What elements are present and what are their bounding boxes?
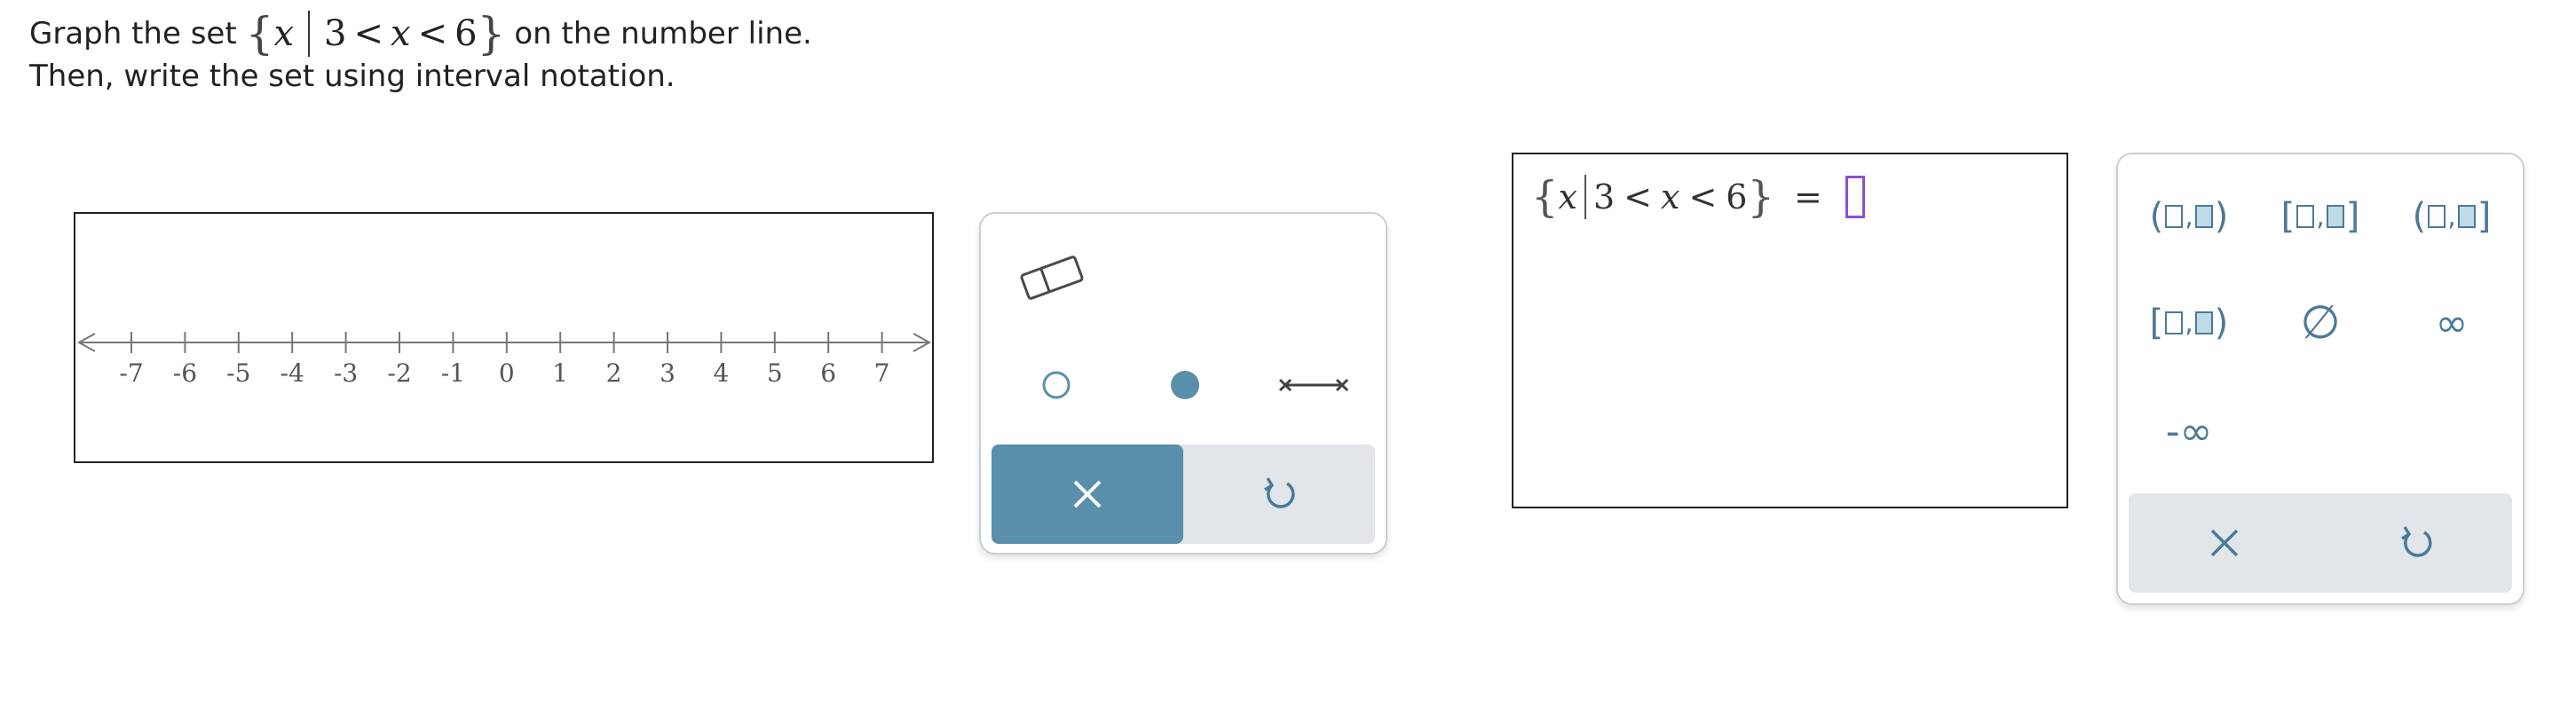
graph-tool-actions [992,444,1375,544]
segment-tool[interactable] [1269,363,1358,407]
keypad-undo-button[interactable] [2320,493,2512,593]
tick-label: -4 [281,358,304,388]
tick-label: 5 [767,358,783,388]
tick-label: 7 [874,358,890,388]
tick-label: -2 [387,358,411,388]
empty-set-key[interactable]: ∅ [2258,287,2382,358]
graph-tool-panel [979,212,1387,555]
close-icon [1073,480,1102,508]
undo-icon [1264,477,1295,508]
eraser-icon [1020,256,1084,300]
open-point-tool[interactable] [1034,363,1079,407]
tick-label: 0 [499,358,515,388]
question-suffix: on the number line. [514,16,812,51]
eraser-tool[interactable] [1016,246,1087,308]
tick-label: -1 [441,358,465,388]
graph-undo-button[interactable] [1183,444,1375,544]
infinity-icon: ∞ [2435,300,2469,346]
graph-clear-button[interactable] [992,444,1183,544]
question-prefix: Graph the set [29,16,237,51]
closed-open-interval-key[interactable]: [,) [2127,287,2251,358]
filled-circle-icon [1171,371,1199,399]
question-line-2: Then, write the set using interval notat… [29,59,676,94]
open-closed-interval-key[interactable]: (,] [2390,181,2514,252]
keypad-clear-button[interactable] [2129,493,2320,593]
negative-infinity-icon: -∞ [2165,408,2213,454]
answer-expression: {x 3 < x < 6} = [1531,170,1865,224]
answer-slot-input[interactable] [1845,176,1865,218]
interval-keypad: (,) [,] (,] [,) ∅ ∞ -∞ [2116,153,2525,605]
open-open-interval-key[interactable]: (,) [2127,181,2251,252]
infinity-key[interactable]: ∞ [2390,287,2514,358]
tick-label: -3 [334,358,358,388]
keypad-actions [2129,493,2512,593]
segment-icon [1278,378,1349,392]
tick-label: 3 [660,358,676,388]
close-icon [2210,529,2239,557]
tick-label: -7 [119,358,143,388]
number-line-canvas[interactable]: -7 -6 -5 -4 -3 -2 -1 0 1 2 3 4 5 6 7 [75,214,936,465]
number-line-graph[interactable]: -7 -6 -5 -4 -3 -2 -1 0 1 2 3 4 5 6 7 [74,212,934,463]
tick-label: 2 [606,358,622,388]
closed-closed-interval-key[interactable]: [,] [2258,181,2382,252]
undo-icon [2401,526,2432,557]
tick-label: -5 [226,358,250,388]
tick-label: -6 [173,358,197,388]
tick-label: 1 [552,358,568,388]
tick-label: 6 [820,358,836,388]
negative-infinity-key[interactable]: -∞ [2127,396,2251,467]
tick-label: 4 [713,358,729,388]
answer-input-area[interactable]: {x 3 < x < 6} = [1512,153,2068,508]
empty-set-icon: ∅ [2300,296,2341,350]
question-line-1: Graph the set {x 3 < x <6} on the number li… [29,7,812,60]
open-circle-icon [1042,371,1071,399]
set-builder-expression: {x 3 < x <6} [245,8,506,59]
closed-point-tool[interactable] [1163,363,1207,407]
